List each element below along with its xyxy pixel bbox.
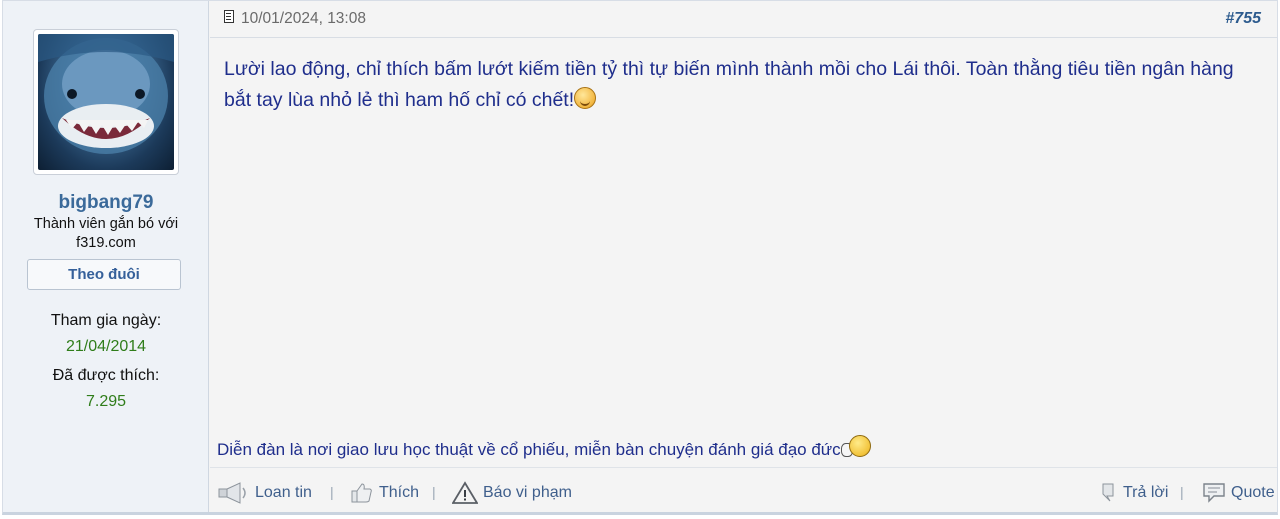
like-label: Thích <box>379 484 420 501</box>
likes-count: 7.295 <box>85 393 127 410</box>
avatar <box>38 34 174 170</box>
thumbs-up-icon <box>351 483 372 503</box>
like-button[interactable]: Thích <box>350 481 419 505</box>
quote-button[interactable]: Quote <box>1202 481 1275 505</box>
post-number-link[interactable]: #755 <box>1225 10 1261 28</box>
post-actions: Loan tin | Thích | Báo vi phạm Trả lời |… <box>210 471 1277 513</box>
join-date-value: 21/04/2014 <box>65 338 147 355</box>
forum-post: bigbang79 Thành viên gắn bó với f319.com… <box>2 0 1278 515</box>
user-title: Thành viên gắn bó với f319.com <box>33 216 179 251</box>
warning-icon <box>452 481 478 504</box>
megaphone-icon <box>218 482 246 504</box>
username[interactable]: bigbang79 <box>3 192 209 214</box>
join-date-label: Tham gia ngày: <box>50 312 162 329</box>
document-icon <box>224 10 234 23</box>
post-content-text: Lười lao động, chỉ thích bấm lướt kiếm t… <box>224 58 1234 111</box>
share-label: Loan tin <box>255 484 312 501</box>
smiley-icon <box>574 87 597 109</box>
reply-label: Trả lời <box>1123 484 1169 501</box>
post-content: Lười lao động, chỉ thích bấm lướt kiếm t… <box>224 54 1254 116</box>
report-label: Báo vi phạm <box>483 484 572 501</box>
follow-button[interactable]: Theo đuôi <box>27 259 181 290</box>
post-date: 10/01/2024, 13:08 <box>241 10 366 27</box>
post-header: 10/01/2024, 13:08 #755 <box>210 1 1277 38</box>
shark-avatar-image <box>38 34 174 154</box>
action-separator: | <box>1180 484 1184 500</box>
likes-label: Đã được thích: <box>52 367 160 384</box>
share-button[interactable]: Loan tin <box>218 481 312 505</box>
action-separator: | <box>432 484 436 500</box>
reply-button[interactable]: Trả lời <box>1100 481 1168 505</box>
report-button[interactable]: Báo vi phạm <box>452 481 572 505</box>
reply-arrow-icon <box>1102 483 1114 502</box>
waving-smiley-icon <box>840 435 871 459</box>
quote-label: Quote <box>1231 484 1275 501</box>
action-separator: | <box>330 484 334 500</box>
signature-divider <box>210 467 1277 468</box>
signature-text: Diễn đàn là nơi giao lưu học thuật về cổ… <box>217 440 841 459</box>
signature: Diễn đàn là nơi giao lưu học thuật về cổ… <box>217 435 871 460</box>
user-sidebar: bigbang79 Thành viên gắn bó với f319.com… <box>3 1 209 512</box>
speech-bubble-icon <box>1203 483 1225 503</box>
avatar-frame[interactable] <box>33 29 179 175</box>
